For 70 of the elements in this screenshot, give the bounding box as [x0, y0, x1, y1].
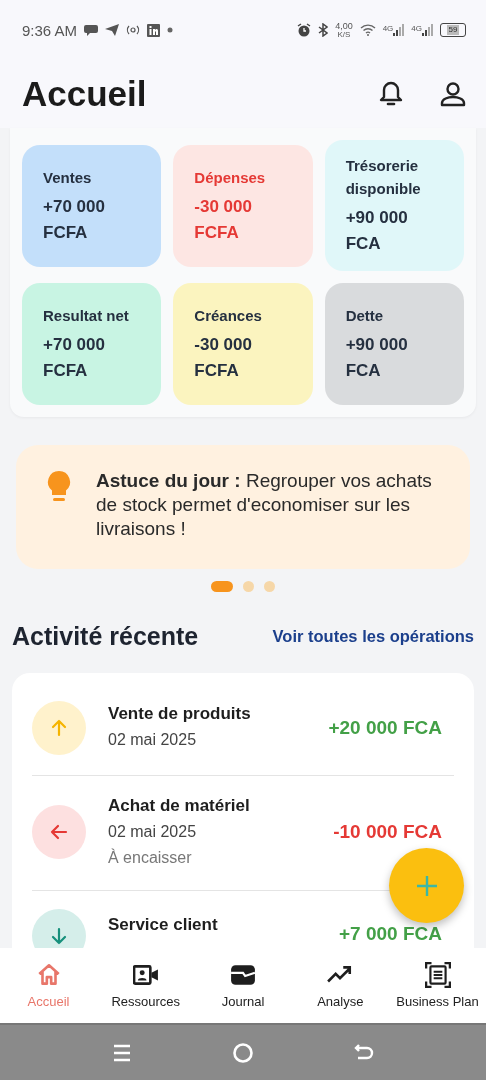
stat-amount: +70 000 — [43, 334, 106, 356]
transaction-amount: +7 000 FCA — [339, 922, 442, 945]
stat-card[interactable]: Créances -30 000 FCFA — [173, 283, 313, 405]
chat-icon — [84, 24, 99, 36]
battery-indicator: 59 — [440, 23, 466, 37]
status-time: 9:36 AM — [22, 21, 78, 39]
network-type: 4G — [382, 24, 394, 33]
nav-tab[interactable]: Analyse — [291, 962, 389, 1009]
section-title: Activité récente — [12, 622, 199, 651]
stat-label: Trésorerie disponible — [345, 156, 422, 199]
stat-amount: -30 000 — [194, 195, 253, 218]
transaction-title: Vente de produits — [108, 703, 252, 725]
carousel-dot[interactable] — [264, 581, 275, 592]
in-square-icon — [147, 23, 161, 37]
stat-amount: +90 000 — [345, 334, 409, 356]
transaction-date: 02 mai 2025 — [108, 730, 198, 750]
dot-icon — [167, 27, 174, 33]
stat-card[interactable]: Trésorerie disponible +90 000 FCA — [324, 140, 464, 271]
stat-label: Ventes — [43, 167, 93, 188]
wifi-icon — [359, 24, 376, 36]
stat-amount: +90 000 — [345, 207, 409, 229]
stat-label: Créances — [194, 306, 263, 326]
send-icon — [105, 24, 120, 36]
stat-currency: FCFA — [43, 221, 89, 244]
stat-amount: -30 000 — [194, 334, 253, 356]
stat-currency: FCA — [345, 360, 382, 382]
menu-icon[interactable] — [112, 1042, 132, 1063]
stat-card[interactable]: Ventes +70 000 FCFA — [22, 144, 162, 267]
carousel-dot[interactable] — [243, 581, 254, 592]
plus-icon — [414, 873, 439, 898]
transaction-date: 02 mai 2025 — [108, 822, 198, 842]
arrow-down-icon — [32, 909, 86, 948]
see-all-link[interactable]: Voir toutes les opérations — [272, 627, 474, 646]
transaction-title: Service client — [108, 914, 219, 936]
stat-card[interactable]: Resultat net +70 000 FCFA — [22, 283, 162, 405]
arrow-up-icon — [32, 701, 86, 755]
bluetooth-icon — [318, 23, 329, 37]
signal-icon — [393, 24, 405, 36]
stat-currency: FCFA — [194, 221, 240, 244]
nav-tab[interactable]: Ressources — [97, 962, 195, 1009]
nav-tab[interactable]: Business Plan — [389, 962, 486, 1009]
arrow-left-icon — [32, 805, 86, 859]
signal-icon — [422, 24, 433, 36]
tip-text: Astuce du jour : Regrouper vos achats de stock permet d'economiser sur les livraisons ! — [96, 469, 433, 541]
stat-currency: FCFA — [43, 360, 89, 382]
wallet-icon — [230, 962, 256, 988]
transaction-amount: +20 000 FCA — [328, 717, 442, 739]
speed-unit: K/S — [337, 30, 351, 39]
stat-currency: FCFA — [194, 360, 240, 382]
video-camera-icon — [132, 962, 159, 988]
user-icon[interactable] — [440, 81, 466, 107]
stat-amount: +70 000 — [43, 195, 106, 218]
alarm-icon — [297, 23, 312, 37]
nav-tab[interactable]: Journal — [194, 962, 292, 1009]
transaction-title: Achat de matériel — [108, 795, 251, 817]
stat-label: Resultat net — [43, 306, 130, 326]
broadcast-icon — [126, 24, 141, 36]
page-title: Accueil — [22, 74, 147, 114]
home-circle-icon[interactable] — [232, 1041, 254, 1064]
network-type: 4G — [411, 24, 422, 33]
stat-currency: FCA — [345, 233, 382, 255]
transaction-status: À encaisser — [108, 847, 193, 868]
stat-label: Dette — [345, 306, 385, 326]
network-speed: 4,00 — [335, 21, 353, 31]
stat-card[interactable]: Dépenses -30 000 FCFA — [173, 144, 313, 267]
bell-icon[interactable] — [378, 80, 404, 108]
transaction-amount: -10 000 FCA — [333, 821, 442, 843]
stat-label: Dépenses — [194, 167, 267, 188]
document-scan-icon — [424, 962, 451, 988]
stat-card[interactable]: Dette +90 000 FCA — [324, 283, 464, 405]
